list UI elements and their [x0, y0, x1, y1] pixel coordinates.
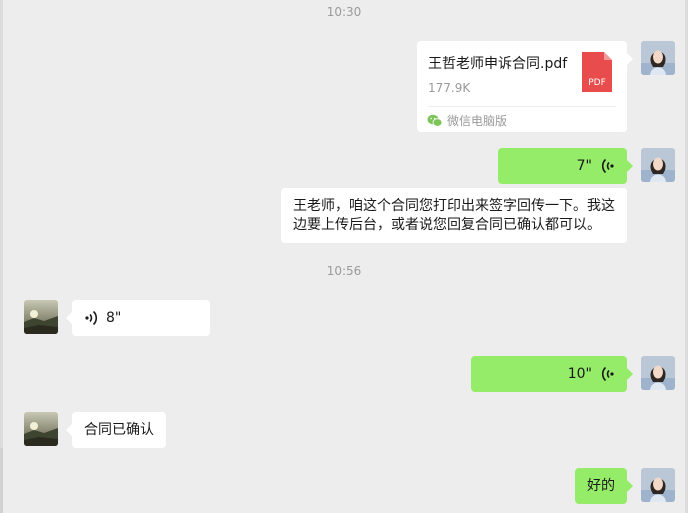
timestamp: 10:56: [326, 264, 362, 278]
text-message-incoming[interactable]: 合同已确认: [66, 412, 166, 448]
voice-duration: 7": [576, 158, 592, 174]
window-left-edge-lower: [0, 448, 3, 513]
voice-message-outgoing[interactable]: 10": [471, 356, 633, 392]
voice-wave-icon: [84, 310, 100, 332]
file-source-label: 微信电脑版: [447, 114, 508, 128]
text-message-outgoing[interactable]: 王老师，咱这个合同您打印出来签字回传一下。我这边要上传后台，或者说您回复合同已确…: [281, 188, 627, 243]
file-message-card[interactable]: 王哲老师申诉合同.pdf 177.9K PDF 微信电脑版: [417, 41, 633, 133]
wechat-logo-icon: [427, 113, 443, 133]
pdf-file-icon: PDF: [582, 52, 612, 92]
window-left-edge: [0, 0, 3, 513]
self-avatar[interactable]: [641, 41, 675, 75]
file-size: 177.9K: [428, 81, 471, 95]
timestamp: 10:30: [326, 5, 362, 19]
voice-message-outgoing[interactable]: 7": [498, 148, 633, 184]
self-avatar[interactable]: [641, 356, 675, 390]
file-name: 王哲老师申诉合同.pdf: [428, 56, 568, 72]
pdf-type-label: PDF: [588, 78, 606, 88]
voice-wave-icon: [599, 158, 615, 180]
message-text: 好的: [587, 478, 615, 494]
self-avatar[interactable]: [641, 468, 675, 502]
voice-wave-icon: [599, 366, 615, 388]
contact-avatar[interactable]: [24, 300, 58, 334]
message-text: 合同已确认: [84, 422, 154, 438]
self-avatar[interactable]: [641, 148, 675, 182]
text-message-outgoing[interactable]: 好的: [575, 468, 633, 504]
voice-message-incoming[interactable]: 8": [66, 300, 210, 336]
file-divider: [428, 106, 616, 107]
voice-duration: 10": [567, 366, 592, 382]
message-text: 王老师，咱这个合同您打印出来签字回传一下。我这边要上传后台，或者说您回复合同已确…: [293, 198, 615, 233]
contact-avatar[interactable]: [24, 412, 58, 446]
voice-duration: 8": [106, 310, 122, 326]
